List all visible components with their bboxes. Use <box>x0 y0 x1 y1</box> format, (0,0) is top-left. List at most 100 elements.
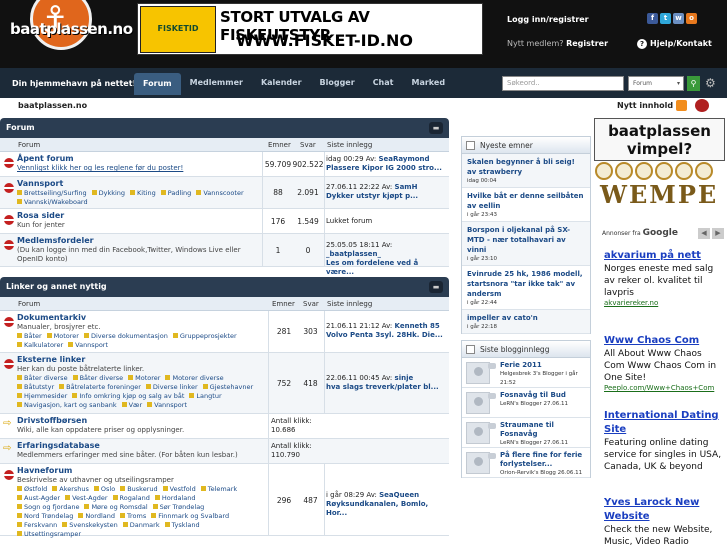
subforum-link[interactable]: Akershus <box>52 485 89 493</box>
subforum-link[interactable]: Padling <box>161 189 192 197</box>
text-ad[interactable]: International Dating Site Featuring onlin… <box>604 409 722 473</box>
blog-item[interactable]: Ferie 2011 Helgesbrek 3's Blogger i går 2… <box>462 358 590 388</box>
subforum-link[interactable]: Hordaland <box>155 494 196 502</box>
text-ad[interactable]: Www Chaos Com All About Www Chaos Com Www… <box>604 334 722 392</box>
topic-item[interactable]: Hvilke båt er denne seilbåten av eellin i… <box>462 188 590 222</box>
blog-item[interactable]: Straumane til Fosnavåg LeRN's Blogger 27.… <box>462 418 590 448</box>
register-link[interactable]: Registrer <box>566 39 608 48</box>
topic-title[interactable]: Skalen begynner å bli seig! av strawberr… <box>467 157 586 177</box>
subforum-link[interactable]: Vær <box>122 401 143 409</box>
blog-title[interactable]: Ferie 2011 <box>500 361 542 369</box>
fisketid-banner-ad[interactable]: FISKETID STORT UTVALG AV FISKEUTSTYR WWW… <box>137 3 483 55</box>
subforum-link[interactable]: Motorer <box>47 332 79 340</box>
forum-row[interactable]: Åpent forum Vennligst klikk her og les r… <box>0 152 449 177</box>
blog-item[interactable]: På flere fine for ferie forlystelser... O… <box>462 448 590 478</box>
topic-title[interactable]: Borspon i oljekanal på SX-MTD - nær tota… <box>467 225 586 255</box>
subforum-link[interactable]: Kalkulatorer <box>17 341 63 349</box>
last-post[interactable]: idag 00:29 Av: SeaRaymond Plassere Kipor … <box>326 155 444 173</box>
subforum-link[interactable]: Buskerud <box>120 485 157 493</box>
help-contact-link[interactable]: ? Hjelp/Kontakt <box>637 39 712 49</box>
topic-item[interactable]: impeller av cato'n i går 22:18 <box>462 310 590 334</box>
subforum-link[interactable]: Hjemmesider <box>17 392 67 400</box>
subforum-link[interactable]: Oslo <box>94 485 115 493</box>
subforum-link[interactable]: Vannsport <box>147 401 187 409</box>
subforum-link[interactable]: Kiting <box>130 189 156 197</box>
forum-title[interactable]: Havneforum <box>17 466 72 475</box>
last-post-user[interactable]: sinje <box>395 374 414 382</box>
forum-title[interactable]: Medlemsfordeler <box>17 236 94 245</box>
forum-title[interactable]: Vannsport <box>17 179 63 188</box>
last-post-user[interactable]: SamH <box>395 183 418 191</box>
subforum-link[interactable]: Troms <box>120 512 146 520</box>
collapse-icon[interactable]: ▬ <box>429 122 443 134</box>
openid-icon[interactable]: o <box>686 13 697 24</box>
gear-icon[interactable]: ⚙ <box>705 76 716 91</box>
subforum-link[interactable]: Båtutstyr <box>17 383 54 391</box>
subforum-link[interactable]: Utsettingsramper <box>17 530 81 538</box>
facebook-icon[interactable]: f <box>647 13 658 24</box>
subforum-link[interactable]: Vannscooter <box>196 189 243 197</box>
nav-blogs[interactable]: Blogger <box>311 68 364 98</box>
topic-item[interactable]: Borspon i oljekanal på SX-MTD - nær tota… <box>462 222 590 266</box>
search-input[interactable]: Søkeord.. <box>502 76 624 91</box>
subforum-link[interactable]: Båter diverse <box>17 374 68 382</box>
subforum-link[interactable]: Navigasjon, kart og sanbank <box>17 401 117 409</box>
subforum-link[interactable]: Rogaland <box>113 494 150 502</box>
chevron-left-icon[interactable]: ◀ <box>698 228 710 239</box>
last-post-user[interactable]: SeaRaymond <box>378 155 429 163</box>
topic-item[interactable]: Evinrude 25 hk, 1986 modell, startsnora … <box>462 266 590 310</box>
search-scope-select[interactable]: Forum ▾ <box>628 76 684 91</box>
nav-forum[interactable]: Forum <box>134 73 181 95</box>
subforum-link[interactable]: Møre og Romsdal <box>84 503 147 511</box>
subforum-link[interactable]: Vannsport <box>68 341 108 349</box>
subforum-link[interactable]: Vestfold <box>163 485 196 493</box>
nav-market[interactable]: Marked <box>402 68 454 98</box>
subforum-link[interactable]: Båter diverse <box>73 374 124 382</box>
subforum-link[interactable]: Sør Trøndelag <box>153 503 205 511</box>
last-post-title[interactable]: Dykker utstyr kjøpt p... <box>326 192 418 200</box>
forum-title[interactable]: Erfaringsdatabase <box>17 441 100 450</box>
vimpel-ad[interactable]: baatplassen vimpel? <box>594 118 725 161</box>
breadcrumb-home[interactable]: baatplassen.no <box>18 101 87 110</box>
subforum-link[interactable]: Svenskekysten <box>62 521 117 529</box>
collapse-icon[interactable]: ▬ <box>429 281 443 293</box>
link-row[interactable]: ⇨ Erfaringsdatabase Medlemmers erfaringe… <box>0 439 449 464</box>
last-post[interactable]: 27.06.11 22:22 Av: SamH Dykker utstyr kjø… <box>326 183 444 201</box>
topic-title[interactable]: impeller av cato'n <box>467 313 586 323</box>
last-post[interactable]: i går 08:29 Av: SeaQueen Røyksundkanalen,… <box>326 491 444 518</box>
blog-title[interactable]: På flere fine for ferie forlystelser... <box>500 451 582 468</box>
subforum-link[interactable]: Diverse dokumentasjon <box>84 332 168 340</box>
nav-members[interactable]: Medlemmer <box>181 68 252 98</box>
subforum-link[interactable]: Finnmark og Svalbard <box>151 512 229 520</box>
subforum-link[interactable]: Diverse linker <box>146 383 198 391</box>
topic-title[interactable]: Evinrude 25 hk, 1986 modell, startsnora … <box>467 269 586 299</box>
ad-url[interactable]: akvariereker.no <box>604 299 722 307</box>
subforum-link[interactable]: Aust-Agder <box>17 494 60 502</box>
wempe-ad[interactable]: WEMPE <box>594 162 725 212</box>
chevron-right-icon[interactable]: ▶ <box>712 228 724 239</box>
nav-calendar[interactable]: Kalender <box>252 68 311 98</box>
forum-row[interactable]: Vannsport Brettseiling/Surfing Dykking Kit… <box>0 177 449 209</box>
ads-by-google[interactable]: Annonser fra Google <box>602 228 678 238</box>
subforum-link[interactable]: Langtur <box>189 392 221 400</box>
link-row[interactable]: ⇨ Drivstoffbørsen Wiki, alle kan oppdate… <box>0 414 449 439</box>
windows-live-icon[interactable]: w <box>673 13 684 24</box>
ad-headline[interactable]: Yves Larock New Website <box>604 496 722 524</box>
login-link[interactable]: Logg inn/registrer <box>507 15 589 24</box>
new-content-link[interactable]: Nytt innhold <box>617 101 673 110</box>
subforum-link[interactable]: Vannski/Wakeboard <box>17 198 88 206</box>
blog-title[interactable]: Straumane til Fosnavåg <box>500 421 554 438</box>
nav-chat[interactable]: Chat <box>364 68 403 98</box>
last-post[interactable]: 21.06.11 21:12 Av: Kenneth 85 Volvo Penta… <box>326 322 444 340</box>
search-button[interactable]: ⚲ <box>687 76 700 91</box>
last-post-title[interactable]: Les om fordelene ved å være... <box>326 259 418 276</box>
subforum-link[interactable]: Gruppeprosjekter <box>173 332 237 340</box>
forum-row[interactable]: Havneforum Beskrivelse av uthavner og ut… <box>0 464 449 538</box>
forum-row[interactable]: Medlemsfordeler (Du kan logge inn med di… <box>0 234 449 276</box>
forum-title[interactable]: Drivstoffbørsen <box>17 416 87 425</box>
topic-title[interactable]: Hvilke båt er denne seilbåten av eellin <box>467 191 586 211</box>
blog-item[interactable]: Fosnavåg til Bud LeRN's Blogger 27.06.11 <box>462 388 590 418</box>
forum-row[interactable]: Eksterne linker Her kan du poste båtrela… <box>0 353 449 414</box>
ad-headline[interactable]: International Dating Site <box>604 409 722 437</box>
text-ad[interactable]: akvarium på nett Norges eneste med salg a… <box>604 249 722 307</box>
